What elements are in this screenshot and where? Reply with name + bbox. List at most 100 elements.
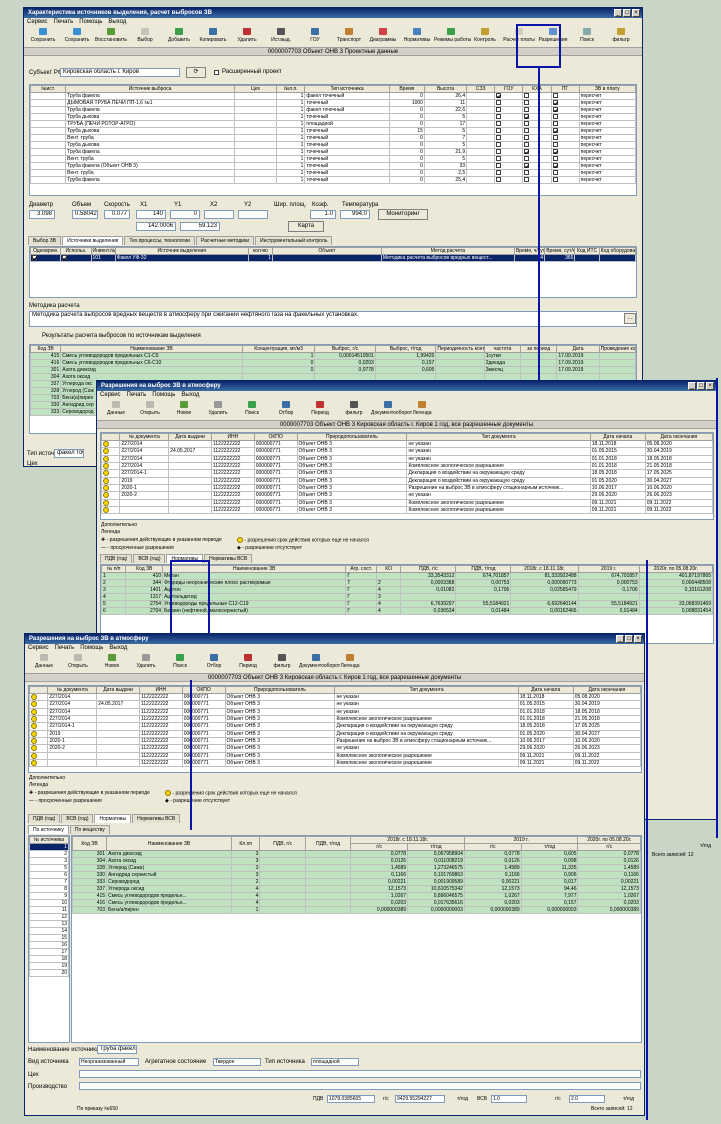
table-cell[interactable] — [29, 736, 49, 746]
table-cell[interactable]: 000000771 — [253, 447, 298, 456]
table-cell[interactable] — [638, 593, 713, 601]
table-cell[interactable]: 1 — [276, 106, 306, 114]
table-cell[interactable] — [60, 254, 92, 262]
table-cell[interactable]: пересчет — [578, 120, 636, 128]
table-cell[interactable] — [168, 469, 212, 478]
table-cell[interactable]: 4 — [231, 899, 261, 907]
table-cell[interactable]: 0,0126 — [463, 857, 522, 865]
table-cell[interactable]: 24.05.2017 — [96, 700, 140, 709]
toolbar-button-9[interactable]: Транспорт — [332, 26, 366, 48]
table-cell[interactable]: Декларация о воздействии на окружающую с… — [406, 469, 591, 478]
column-header[interactable]: Дата — [556, 345, 600, 353]
table-cell[interactable] — [466, 134, 496, 142]
table-cell[interactable]: 000000771 — [253, 491, 298, 500]
table-cell[interactable]: 0,00162466 — [510, 607, 579, 615]
y2-field[interactable] — [238, 210, 268, 219]
table-row[interactable]: 227/2014 24.05.2017 1122222222 000000771 Объ… — [101, 447, 713, 456]
table-cell[interactable]: 2 — [29, 850, 69, 858]
table-cell[interactable]: 3 — [231, 871, 261, 879]
toolbar-button-17[interactable]: фильтр — [604, 26, 638, 48]
table-cell[interactable]: пересчет — [578, 127, 636, 135]
table-cell[interactable] — [466, 162, 496, 170]
table-cell[interactable] — [304, 864, 352, 872]
table-cell[interactable] — [29, 707, 49, 717]
table-cell[interactable] — [455, 593, 512, 601]
temperature-field[interactable]: 994.0 — [340, 210, 370, 219]
table-cell[interactable] — [550, 148, 580, 156]
x1-field[interactable]: 140 — [136, 210, 166, 219]
table-cell[interactable]: 17.09.2019 — [556, 366, 600, 374]
table-row[interactable]: Вент. труба 1 точечный 0 5 пересчет — [30, 155, 636, 163]
table-cell[interactable]: 94,46 — [520, 885, 579, 893]
table-cell[interactable] — [234, 141, 278, 149]
column-header[interactable]: №п.п. — [276, 85, 306, 93]
table-row[interactable]: 7 — [29, 878, 69, 886]
column-header[interactable]: ПДВ, т/год — [455, 565, 512, 573]
table-row[interactable]: Труба дыхова 1 точечный 15 5 пересчет — [30, 127, 636, 135]
table-cell[interactable]: точечный — [304, 141, 390, 149]
table-cell[interactable]: 01.01.2018 — [517, 707, 574, 717]
table-cell[interactable]: 304 — [30, 373, 62, 381]
table-cell[interactable]: Декларация о воздействии на окружающую с… — [334, 722, 519, 731]
table-cell[interactable] — [30, 155, 67, 163]
table-cell[interactable] — [29, 722, 49, 731]
table-cell[interactable]: 1,0267 — [350, 892, 409, 900]
table-cell[interactable] — [304, 892, 352, 900]
toolbar-button-9[interactable]: Легенда — [405, 399, 439, 421]
table-cell[interactable] — [101, 469, 121, 478]
table-cell[interactable] — [259, 899, 306, 907]
toolbar-button-2[interactable]: Новое — [167, 399, 201, 421]
table-cell[interactable]: 227/2014 — [47, 707, 98, 717]
column-header[interactable]: Метод расчета — [380, 247, 515, 255]
monitoring-button[interactable]: Мониторинг — [378, 209, 428, 220]
table-row[interactable]: 2020-2 1122222222 000000771 Объект ОНВ 3 не … — [29, 744, 641, 753]
table-cell[interactable] — [522, 113, 552, 121]
table-cell[interactable]: Ангидрид сернистый — [106, 871, 233, 879]
table-cell[interactable] — [168, 483, 212, 493]
table-cell[interactable]: 17.09.2019 — [556, 352, 600, 360]
subject-refresh-button[interactable]: ⟳ — [186, 67, 206, 78]
pdv-ty-field[interactable]: 9429.55294227 — [395, 1095, 445, 1103]
table-cell[interactable]: точечный — [304, 162, 390, 170]
table-cell[interactable]: 1 — [241, 352, 316, 360]
table-cell[interactable]: 227/2014 — [119, 439, 170, 449]
column-header[interactable]: СЗЗ — [466, 85, 496, 93]
table-cell[interactable]: 09.11.2021 — [517, 758, 574, 768]
table-cell[interactable]: 01.01.2018 — [589, 461, 646, 471]
table-cell[interactable]: Г — [345, 586, 377, 594]
table-row[interactable]: 8 — [29, 885, 69, 893]
table-cell[interactable]: 4 — [375, 600, 402, 608]
column-header[interactable]: 2020г. по 05.08.20г. — [577, 836, 641, 844]
table-cell[interactable]: 328 — [72, 864, 108, 872]
table-cell[interactable]: не указан — [406, 454, 591, 464]
table-cell[interactable]: 0,0126 — [350, 857, 409, 865]
table-cell[interactable]: 01.05.2020 — [517, 729, 574, 738]
toolbar-button-4[interactable]: Поиск — [235, 399, 269, 421]
table-row[interactable]: Труба факела (Объект ОНВ 3) 1 точечный 0 33 п… — [30, 162, 636, 170]
checkbox[interactable] — [552, 156, 558, 162]
checkbox[interactable] — [552, 121, 558, 127]
table-cell[interactable] — [522, 92, 552, 100]
table-cell[interactable]: пересчет — [578, 141, 636, 149]
table-cell[interactable] — [574, 254, 600, 262]
table-cell[interactable]: 4 — [101, 593, 127, 601]
table-cell[interactable] — [550, 92, 580, 100]
minimize-button[interactable]: _ — [688, 382, 696, 390]
toolbar-button-0[interactable]: Данные — [99, 399, 133, 421]
table-cell[interactable] — [494, 141, 524, 149]
toolbar-button-1[interactable]: Открыть — [61, 652, 95, 674]
table-row[interactable]: 703 Бенз/а/пирен 1 0,000000389 0,0000000003 0… — [72, 906, 641, 914]
table-row[interactable]: 301 Азота диоксид 3 0,0778 0,067958904 0,0778… — [72, 850, 641, 858]
toolbar-button-10[interactable]: Диаграммы — [366, 26, 400, 48]
column-header[interactable]: ПДВ, т/год — [304, 836, 352, 851]
checkbox[interactable] — [524, 142, 530, 148]
toolbar-button-2[interactable]: Новое — [95, 652, 129, 674]
table-row[interactable]: Труба факела 1 факел точечный 0 26,4 пересчет — [30, 92, 636, 100]
checkbox[interactable] — [496, 156, 502, 162]
column-header[interactable]: ИНН — [210, 433, 255, 441]
table-cell[interactable]: 1122222222 — [210, 469, 255, 478]
table-cell[interactable]: Труба факела — [65, 92, 236, 100]
table-row[interactable]: 11 — [29, 906, 69, 914]
column-header[interactable]: Кл.оп — [231, 836, 261, 851]
table-cell[interactable]: 19 — [29, 962, 69, 970]
